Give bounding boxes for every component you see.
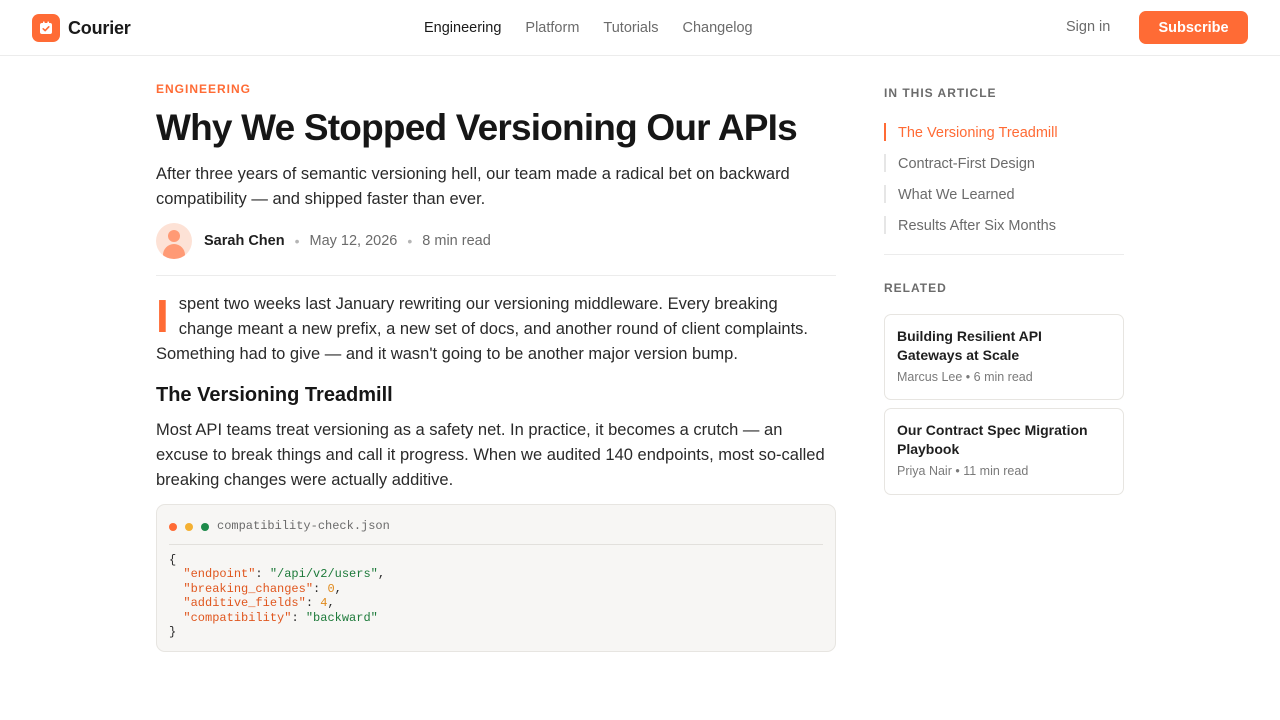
toc-item-contract-first-design[interactable]: Contract-First Design xyxy=(884,149,1124,180)
window-dot-green-icon xyxy=(201,523,209,531)
sign-in-link[interactable]: Sign in xyxy=(1066,19,1110,35)
code-content: { "endpoint": "/api/v2/users", "breaking… xyxy=(169,553,386,640)
window-dot-red-icon xyxy=(169,523,177,531)
author-avatar[interactable] xyxy=(156,223,192,259)
drop-cap: I xyxy=(156,290,169,342)
primary-nav: Engineering Platform Tutorials Changelog xyxy=(424,0,753,56)
top-navigation-bar: Courier Engineering Platform Tutorials C… xyxy=(0,0,1280,56)
lead-paragraph: Ispent two weeks last January rewriting … xyxy=(156,292,836,367)
related-article-card[interactable]: Building Resilient API Gateways at Scale… xyxy=(884,314,1124,400)
nav-item-platform[interactable]: Platform xyxy=(525,20,579,36)
brand-name: Courier xyxy=(68,17,131,38)
toc-item-what-we-learned[interactable]: What We Learned xyxy=(884,180,1124,211)
nav-item-engineering[interactable]: Engineering xyxy=(424,20,501,36)
avatar-head xyxy=(168,230,180,242)
toc-item-versioning-treadmill[interactable]: The Versioning Treadmill xyxy=(884,118,1124,149)
code-block-header: compatibility-check.json xyxy=(169,517,823,545)
section-paragraph: Most API teams treat versioning as a saf… xyxy=(156,421,825,489)
subscribe-button[interactable]: Subscribe xyxy=(1139,11,1248,44)
brand-logo-link[interactable]: Courier xyxy=(32,14,131,42)
related-article-meta: Priya Nair • 11 min read xyxy=(897,464,1029,478)
divider xyxy=(884,254,1124,255)
divider xyxy=(156,275,836,276)
nav-item-tutorials[interactable]: Tutorials xyxy=(603,20,658,36)
read-time: 8 min read xyxy=(422,233,491,249)
related-heading: RELATED xyxy=(884,281,947,295)
separator-dot: • xyxy=(294,233,300,249)
lead-text: spent two weeks last January rewriting o… xyxy=(156,295,808,363)
related-article-card[interactable]: Our Contract Spec Migration Playbook Pri… xyxy=(884,408,1124,495)
author-name[interactable]: Sarah Chen xyxy=(204,233,285,249)
related-article-meta: Marcus Lee • 6 min read xyxy=(897,370,1033,384)
article-byline: Sarah Chen • May 12, 2026 • 8 min read xyxy=(156,223,491,259)
related-article-title: Our Contract Spec Migration Playbook xyxy=(897,422,1088,457)
toc-item-results-after-six-months[interactable]: Results After Six Months xyxy=(884,211,1124,242)
window-dot-yellow-icon xyxy=(185,523,193,531)
check-square-icon xyxy=(32,14,60,42)
code-block: compatibility-check.json { "endpoint": "… xyxy=(156,504,836,652)
publish-date: May 12, 2026 xyxy=(309,233,398,249)
nav-item-changelog[interactable]: Changelog xyxy=(682,20,752,36)
code-filename: compatibility-check.json xyxy=(217,519,390,533)
article-subtitle: After three years of semantic versioning… xyxy=(156,165,790,208)
related-article-title: Building Resilient API Gateways at Scale xyxy=(897,328,1042,363)
separator-dot: • xyxy=(407,233,413,249)
article-title: Why We Stopped Versioning Our APIs xyxy=(156,107,798,148)
toc-heading: IN THIS ARTICLE xyxy=(884,86,997,100)
article-category[interactable]: ENGINEERING xyxy=(156,82,251,96)
avatar-body xyxy=(163,244,185,259)
table-of-contents: The Versioning Treadmill Contract-First … xyxy=(884,118,1124,242)
section-heading: The Versioning Treadmill xyxy=(156,384,393,406)
